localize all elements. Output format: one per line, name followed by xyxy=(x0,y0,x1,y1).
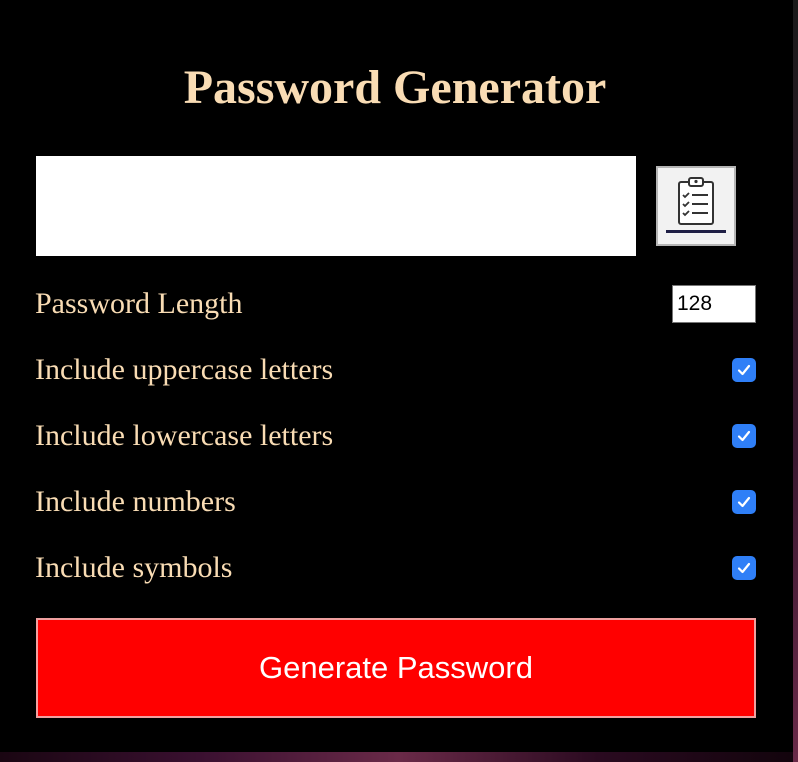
checkmark-icon xyxy=(737,364,751,376)
background-edge xyxy=(793,0,798,762)
setting-uppercase-row: Include uppercase letters xyxy=(35,353,756,387)
checkmark-icon xyxy=(737,496,751,508)
copy-to-clipboard-button[interactable] xyxy=(656,166,736,246)
checkmark-icon xyxy=(737,562,751,574)
setting-numbers-row: Include numbers xyxy=(35,485,756,519)
password-length-input[interactable] xyxy=(672,285,756,323)
generate-password-button[interactable]: Generate Password xyxy=(36,618,756,718)
page-title: Password Generator xyxy=(183,61,607,114)
numbers-checkbox[interactable] xyxy=(732,490,756,514)
symbols-label: Include symbols xyxy=(35,551,233,584)
generator-panel: Password Generator Password Length 128 I… xyxy=(0,0,793,752)
checkmark-icon xyxy=(737,430,751,442)
background-glow xyxy=(0,752,798,762)
numbers-label: Include numbers xyxy=(35,485,236,518)
setting-lowercase-row: Include lowercase letters xyxy=(35,419,756,453)
password-result-field[interactable] xyxy=(36,156,636,256)
symbols-checkbox[interactable] xyxy=(732,556,756,580)
lowercase-label: Include lowercase letters xyxy=(35,419,334,452)
setting-symbols-row: Include symbols xyxy=(35,551,756,585)
lowercase-checkbox[interactable] xyxy=(732,424,756,448)
uppercase-checkbox[interactable] xyxy=(732,358,756,382)
clipboard-checklist-icon xyxy=(664,173,728,240)
setting-length-row: Password Length xyxy=(35,285,756,323)
password-length-label: Password Length xyxy=(35,287,243,320)
uppercase-label: Include uppercase letters xyxy=(35,353,334,386)
